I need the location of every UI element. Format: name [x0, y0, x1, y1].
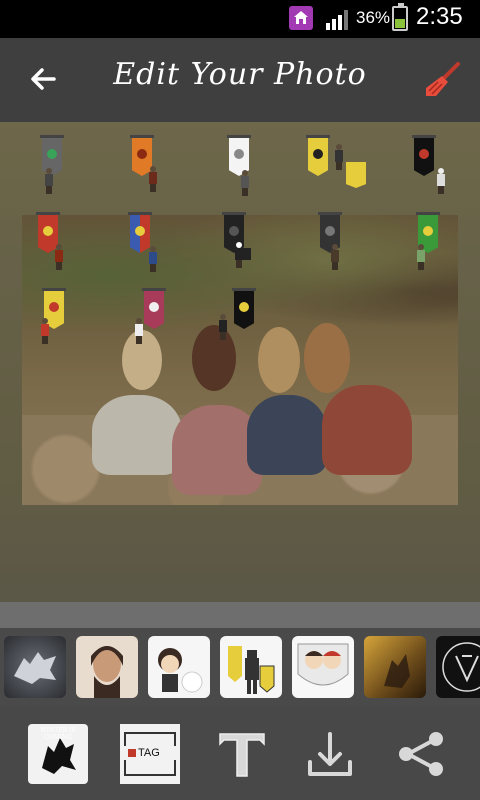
knight-sticker[interactable] — [134, 318, 144, 344]
tag-tool[interactable]: TAG — [120, 724, 180, 784]
app-bar: Edit Your Photo — [0, 38, 480, 122]
bottom-toolbar: WINTER IS COMING TAG — [0, 706, 480, 800]
clock: 2:35 — [416, 3, 463, 30]
signal-icon — [326, 10, 348, 30]
page-title: Edit Your Photo — [113, 57, 367, 92]
portrait-sticker[interactable] — [76, 636, 138, 698]
battery-percent: 36% — [356, 8, 391, 27]
download-icon[interactable] — [300, 724, 360, 784]
banner-sticker[interactable] — [412, 135, 436, 179]
banner-sticker[interactable] — [232, 288, 256, 332]
tag-label: TAG — [138, 747, 160, 759]
knight-sticker[interactable] — [234, 242, 252, 268]
knight-sticker[interactable] — [330, 244, 340, 270]
shield-sticker[interactable] — [346, 162, 366, 188]
sticker-thumbnail-bar[interactable] — [0, 628, 480, 706]
knight-sticker[interactable] — [44, 168, 54, 194]
knight-sticker[interactable] — [240, 170, 250, 196]
banner-sticker[interactable] — [306, 135, 330, 179]
knight-banner-sticker[interactable] — [220, 636, 282, 698]
share-icon[interactable] — [392, 724, 452, 784]
editing-canvas[interactable] — [0, 122, 480, 602]
status-bar: 36% 2:35 — [0, 0, 480, 38]
knight-sticker[interactable] — [148, 166, 158, 192]
knight-sticker[interactable] — [416, 244, 426, 270]
text-circle-sticker[interactable] — [436, 636, 480, 698]
winter-is-coming-caption: WINTER IS COMING — [40, 727, 76, 741]
banner-sticker[interactable] — [142, 288, 166, 332]
text-T-icon[interactable] — [212, 724, 272, 784]
home-notification-icon — [289, 6, 313, 30]
battery-icon — [392, 3, 408, 31]
knight-sticker[interactable] — [40, 318, 50, 344]
knight-sticker[interactable] — [54, 244, 64, 270]
winter-is-coming-sticker-tool[interactable]: WINTER IS COMING — [28, 724, 88, 784]
banner-sticker[interactable] — [128, 212, 152, 256]
broom-icon[interactable] — [420, 58, 464, 102]
knight-sticker[interactable] — [218, 314, 228, 340]
two-characters-shield-sticker[interactable] — [292, 636, 354, 698]
wolf-sigil-sticker[interactable] — [4, 636, 66, 698]
knight-sticker[interactable] — [436, 168, 446, 194]
knight-sticker[interactable] — [148, 246, 158, 272]
battle-scene-sticker[interactable] — [364, 636, 426, 698]
chibi-characters-sticker[interactable] — [148, 636, 210, 698]
divider — [0, 602, 480, 628]
